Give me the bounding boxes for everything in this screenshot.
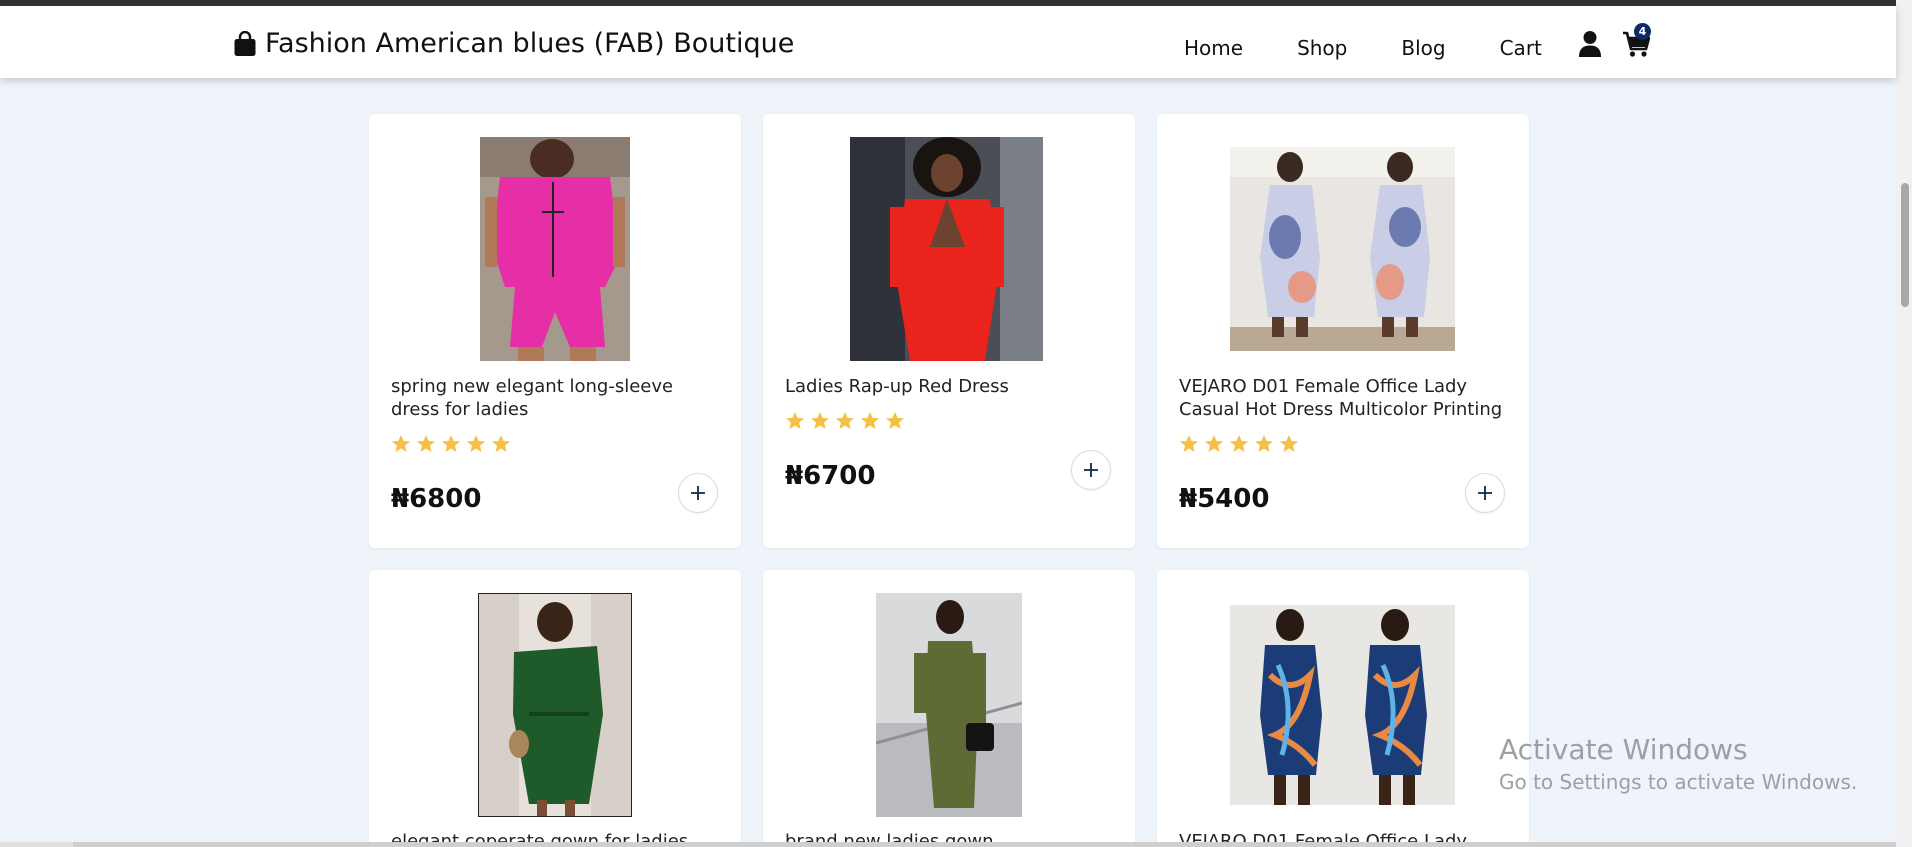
shopping-bag-icon [234,30,256,56]
product-rating [391,434,511,454]
star-icon [1180,435,1198,452]
product-price: ₦5400 [1179,484,1270,514]
star-icon [811,412,829,429]
brand-logo[interactable]: Fashion American blues (FAB) Boutique [233,28,794,59]
product-card: elegant coperate gown for ladies [369,570,741,847]
horizontal-scrollbar[interactable] [0,842,1896,847]
star-icon [492,435,510,452]
nav-cart-link[interactable]: Cart [1500,36,1542,60]
cart-count-badge: 4 [1634,23,1651,40]
star-icon [886,412,904,429]
plus-icon [691,486,705,500]
add-to-cart-button[interactable] [1071,450,1111,490]
brand-name: Fashion American blues (FAB) Boutique [265,28,795,59]
navbar: Fashion American blues (FAB) Boutique Ho… [0,6,1896,78]
product-name[interactable]: VEJARO D01 Female Office Lady Casual Hot… [1179,375,1509,421]
product-image[interactable] [1230,147,1455,351]
plus-icon [1084,463,1098,477]
product-image[interactable] [478,593,632,817]
star-icon [1280,435,1298,452]
plus-icon [1478,486,1492,500]
nav-home-link[interactable]: Home [1184,36,1243,60]
star-icon [836,412,854,429]
product-price: ₦6700 [785,461,876,491]
vertical-scrollbar[interactable] [1896,0,1912,847]
activate-windows-watermark: Activate Windows Go to Settings to activ… [1499,733,1857,795]
star-icon [417,435,435,452]
product-name[interactable]: Ladies Rap-up Red Dress [785,375,1115,398]
star-icon [1230,435,1248,452]
nav-shop-link[interactable]: Shop [1297,36,1347,60]
nav-links: Home Shop Blog Cart [1184,36,1542,60]
product-image[interactable] [480,137,630,361]
product-image[interactable] [876,593,1022,817]
product-card: VEJARO D01 Female Office Lady [1157,570,1529,847]
product-image[interactable] [1230,605,1455,805]
star-icon [861,412,879,429]
star-icon [1255,435,1273,452]
nav-blog-link[interactable]: Blog [1401,36,1445,60]
horizontal-scroll-thumb[interactable] [73,842,1896,847]
product-card: Ladies Rap-up Red Dress ₦6700 [763,114,1135,548]
user-icon[interactable] [1578,30,1602,58]
product-card: brand new ladies gown [763,570,1135,847]
star-icon [392,435,410,452]
add-to-cart-button[interactable] [678,473,718,513]
product-image[interactable] [850,137,1043,361]
product-price: ₦6800 [391,484,482,514]
product-name[interactable]: spring new elegant long-sleeve dress for… [391,375,721,421]
watermark-subtitle: Go to Settings to activate Windows. [1499,770,1858,794]
product-card: spring new elegant long-sleeve dress for… [369,114,741,548]
vertical-scroll-thumb[interactable] [1901,183,1909,307]
star-icon [786,412,804,429]
add-to-cart-button[interactable] [1465,473,1505,513]
product-card: VEJARO D01 Female Office Lady Casual Hot… [1157,114,1529,548]
star-icon [442,435,460,452]
star-icon [1205,435,1223,452]
watermark-title: Activate Windows [1499,733,1748,766]
product-rating [1179,434,1299,454]
star-icon [467,435,485,452]
product-rating [785,411,905,431]
